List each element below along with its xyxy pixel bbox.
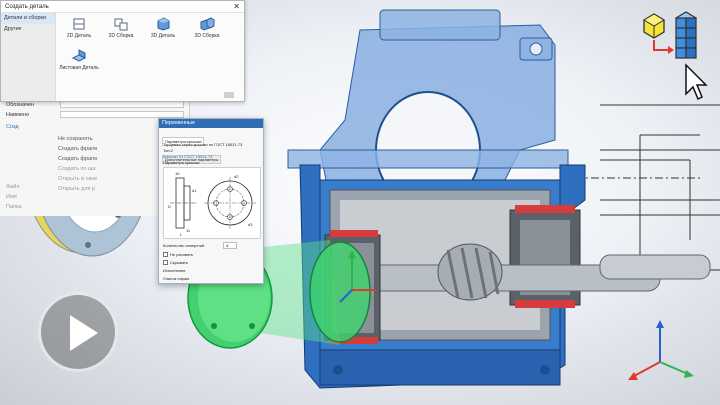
dialog-title: Создать деталь — [1, 1, 244, 13]
variant-label: Исполнение — [163, 268, 186, 273]
technical-drawing — [575, 104, 720, 280]
create-label: Созд — [6, 124, 19, 130]
name-label: Наимено — [6, 112, 30, 118]
coordinate-axes-icon — [628, 320, 694, 380]
series-text: Торцевая серия крышки по ГОСТ 18511-73 — [163, 142, 243, 147]
standard-link[interactable]: Крышки 01 ГОСТ 18511-73 — [163, 154, 212, 159]
name-field[interactable] — [60, 111, 184, 118]
dim-label: D — [168, 204, 171, 209]
create-part-dialog: Создать деталь ✕ Детали и сборки Другие … — [0, 0, 245, 102]
category-parts-assemblies[interactable]: Детали и сборки — [1, 13, 55, 24]
checkbox-hide[interactable] — [163, 260, 168, 265]
tab-bar: Параметры крышкиДополнительные параметры — [162, 130, 260, 164]
mouse-cursor-icon — [685, 63, 708, 101]
file-label: Файл — [6, 184, 20, 190]
parameters-dialog: Переменные Параметры крышкиДополнительны… — [158, 118, 264, 284]
category-other[interactable]: Другие — [1, 24, 55, 35]
template-label: 3D Деталь — [150, 33, 176, 39]
dim-label: 10 — [175, 171, 180, 176]
menu-item-open-in-window[interactable]: Открыть в окне — [58, 176, 97, 182]
checkbox-label: Не рисовать — [170, 252, 194, 257]
gearbox-housing-top — [287, 9, 569, 209]
dim-label: d1 — [192, 188, 197, 193]
assembly-2d-icon — [114, 18, 128, 31]
part-3d-icon — [157, 17, 170, 31]
sheet-metal-part-icon — [71, 49, 87, 62]
hole-count-field[interactable]: 4 — [223, 242, 237, 249]
dim-label: L — [180, 232, 183, 237]
template-3d-assembly[interactable]: 3D Сборка — [187, 17, 227, 39]
cover-params-heading: Параметры крышки — [163, 160, 200, 165]
bearing-right — [509, 205, 581, 308]
part-2d-icon — [73, 18, 85, 30]
designation-label: Обозначен — [6, 102, 34, 108]
menu-item-dont-save[interactable]: Не сохранять — [58, 136, 93, 142]
play-icon — [70, 315, 98, 351]
menu-item-open-for-edit[interactable]: Открыть для р — [58, 186, 95, 192]
template-label: 3D Сборка — [194, 33, 220, 39]
play-button[interactable] — [38, 292, 118, 372]
category-list: Детали и сборки Другие — [1, 13, 56, 101]
template-3d-part[interactable]: 3D Деталь — [143, 17, 183, 39]
hole-count-label: Количество отверстий — [163, 243, 205, 248]
dim-label: d3 — [248, 222, 253, 227]
scrollbar-thumb[interactable] — [224, 92, 234, 98]
folder-label: Папка — [6, 204, 22, 210]
menu-item-create-by-template[interactable]: Создать по ша — [58, 166, 95, 172]
menu-item-create-fragment-2[interactable]: Создать фрагм — [58, 156, 97, 162]
template-label: Листовая Деталь — [59, 65, 99, 71]
template-2d-assembly[interactable]: 2D Сборка — [101, 17, 141, 39]
param-list-label: Список парам — [163, 276, 190, 281]
dim-label: 11 — [186, 228, 191, 233]
template-label: 2D Сборка — [108, 33, 134, 39]
checkbox-label: Скрывать — [170, 260, 188, 265]
assembly-3d-icon — [200, 17, 215, 31]
view-cube-icon[interactable] — [640, 10, 710, 105]
template-2d-part[interactable]: 2D Деталь — [59, 17, 99, 39]
type-text: Тип:2 — [163, 148, 174, 153]
dim-label: d2 — [234, 174, 239, 179]
bearing-cover-installed — [309, 241, 371, 343]
template-label: 2D Деталь — [66, 33, 92, 39]
file-name-label: Имя — [6, 194, 17, 200]
cover-sketch-drawing: 10 D d1 d2 d3 L 11 — [168, 171, 256, 237]
dialog-title: Переменные — [159, 119, 263, 128]
template-sheet-metal-part[interactable]: Листовая Деталь — [59, 49, 99, 71]
cover-sketch: 10 D d1 d2 d3 L 11 — [163, 167, 261, 239]
menu-item-create-fragment[interactable]: Создать фрагм — [58, 146, 97, 152]
designation-field[interactable] — [60, 101, 184, 108]
close-icon[interactable]: ✕ — [233, 1, 240, 13]
checkbox-dont-draw[interactable] — [163, 252, 168, 257]
